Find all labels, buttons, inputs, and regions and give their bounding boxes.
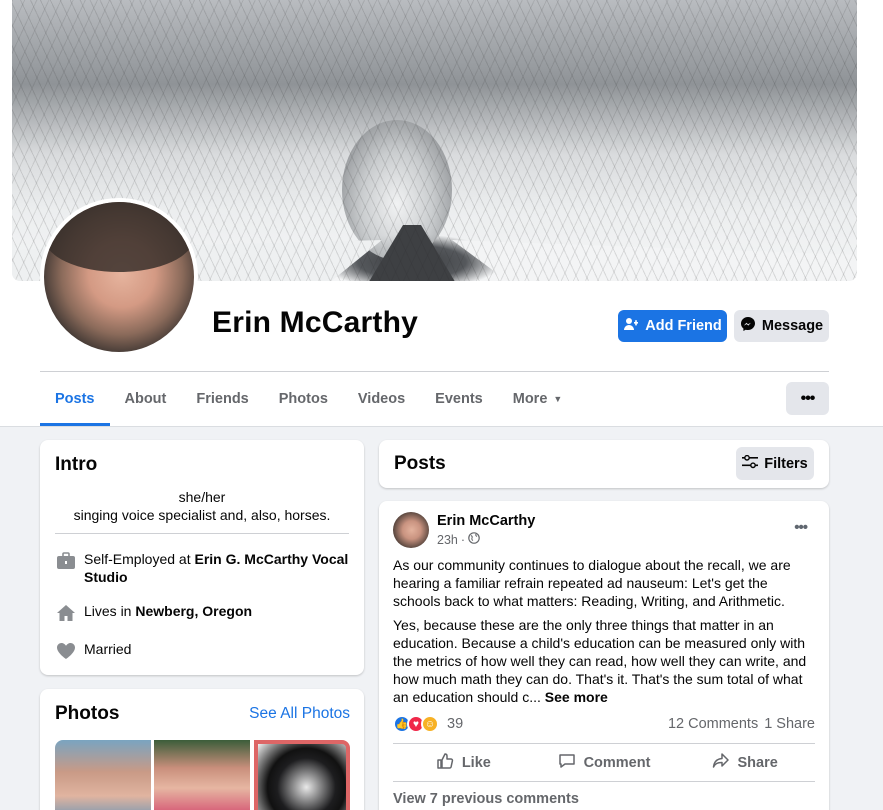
ellipsis-icon: •••	[800, 389, 816, 407]
bio-text: singing voice specialist and, also, hors…	[73, 507, 331, 523]
post-card: Erin McCarthy 23h · ••• As our community…	[379, 501, 829, 810]
add-friend-label: Add Friend	[645, 318, 722, 334]
reaction-count[interactable]: 39	[447, 716, 463, 732]
home-icon	[55, 602, 77, 624]
filter-sliders-icon	[742, 454, 759, 473]
photo-thumbnail[interactable]	[154, 740, 250, 810]
intro-card: Intro she/her singing voice specialist a…	[40, 440, 364, 675]
briefcase-icon	[55, 550, 77, 572]
photos-title: Photos	[55, 703, 120, 724]
view-previous-comments-link[interactable]: View 7 previous comments	[393, 791, 579, 807]
post-paragraph-1: As our community continues to dialogue a…	[393, 557, 791, 609]
filters-button[interactable]: Filters	[736, 447, 814, 480]
intro-title: Intro	[55, 454, 98, 475]
message-label: Message	[761, 318, 824, 334]
intro-work: Self-Employed at Erin G. McCarthy Vocal …	[55, 550, 349, 586]
caret-down-icon: ▼	[553, 394, 563, 404]
comment-bubble-icon	[558, 752, 576, 774]
share-arrow-icon	[712, 752, 730, 774]
post-time[interactable]: 23h	[437, 533, 458, 547]
photo-thumbnail[interactable]	[55, 740, 151, 810]
see-more-link[interactable]: See more	[545, 689, 608, 705]
profile-tabs: Posts About Friends Photos Videos Events…	[40, 372, 577, 426]
location-link[interactable]: Newberg, Oregon	[135, 603, 252, 619]
profile-avatar[interactable]	[40, 198, 198, 356]
profile-name: Erin McCarthy	[212, 306, 418, 339]
tab-events[interactable]: Events	[420, 372, 498, 426]
posts-header-card: Posts Filters	[379, 440, 829, 488]
add-friend-icon	[623, 316, 639, 336]
profile-header: Erin McCarthy Add Friend Message Posts A…	[0, 0, 883, 426]
post-options-button[interactable]: •••	[794, 519, 808, 536]
tab-more[interactable]: More ▼	[498, 372, 578, 426]
comment-button[interactable]: Comment	[534, 746, 675, 780]
intro-location: Lives in Newberg, Oregon	[55, 602, 349, 624]
intro-relationship: Married	[55, 640, 349, 662]
intro-bio: she/her singing voice specialist and, al…	[55, 488, 349, 524]
intro-divider	[55, 533, 349, 534]
heart-icon	[55, 640, 77, 662]
post-author-name[interactable]: Erin McCarthy	[437, 513, 535, 529]
ellipsis-icon: •••	[794, 519, 808, 536]
tab-posts[interactable]: Posts	[40, 372, 110, 426]
reaction-icons[interactable]: 👍 ♥ ☺	[393, 715, 439, 733]
tab-friends[interactable]: Friends	[181, 372, 263, 426]
see-all-photos-link[interactable]: See All Photos	[249, 705, 350, 723]
posts-title: Posts	[394, 453, 446, 474]
share-button[interactable]: Share	[674, 746, 815, 780]
like-button[interactable]: Like	[393, 746, 534, 780]
actions-divider-bottom	[393, 781, 815, 782]
actions-divider-top	[393, 743, 815, 744]
thumbs-up-icon	[436, 752, 454, 774]
globe-icon	[468, 532, 480, 547]
profile-options-button[interactable]: •••	[786, 382, 829, 415]
post-meta: 23h ·	[437, 532, 480, 547]
post-paragraph-2: Yes, because these are the only three th…	[393, 617, 807, 705]
messenger-icon	[740, 316, 756, 336]
tab-about[interactable]: About	[110, 372, 182, 426]
post-actions: Like Comment Share	[393, 746, 815, 780]
photos-card: Photos See All Photos	[40, 689, 364, 810]
tab-videos[interactable]: Videos	[343, 372, 420, 426]
pronouns: she/her	[178, 489, 226, 505]
photo-thumbnail[interactable]	[254, 740, 350, 810]
tab-photos[interactable]: Photos	[264, 372, 343, 426]
comments-count[interactable]: 12 Comments	[668, 716, 758, 732]
shares-count[interactable]: 1 Share	[764, 716, 815, 732]
care-reaction-icon: ☺	[421, 715, 439, 733]
reactions-bar: 👍 ♥ ☺ 39 12 Comments 1 Share	[393, 714, 815, 734]
message-button[interactable]: Message	[734, 310, 829, 342]
post-author-avatar[interactable]	[393, 512, 429, 548]
add-friend-button[interactable]: Add Friend	[618, 310, 727, 342]
